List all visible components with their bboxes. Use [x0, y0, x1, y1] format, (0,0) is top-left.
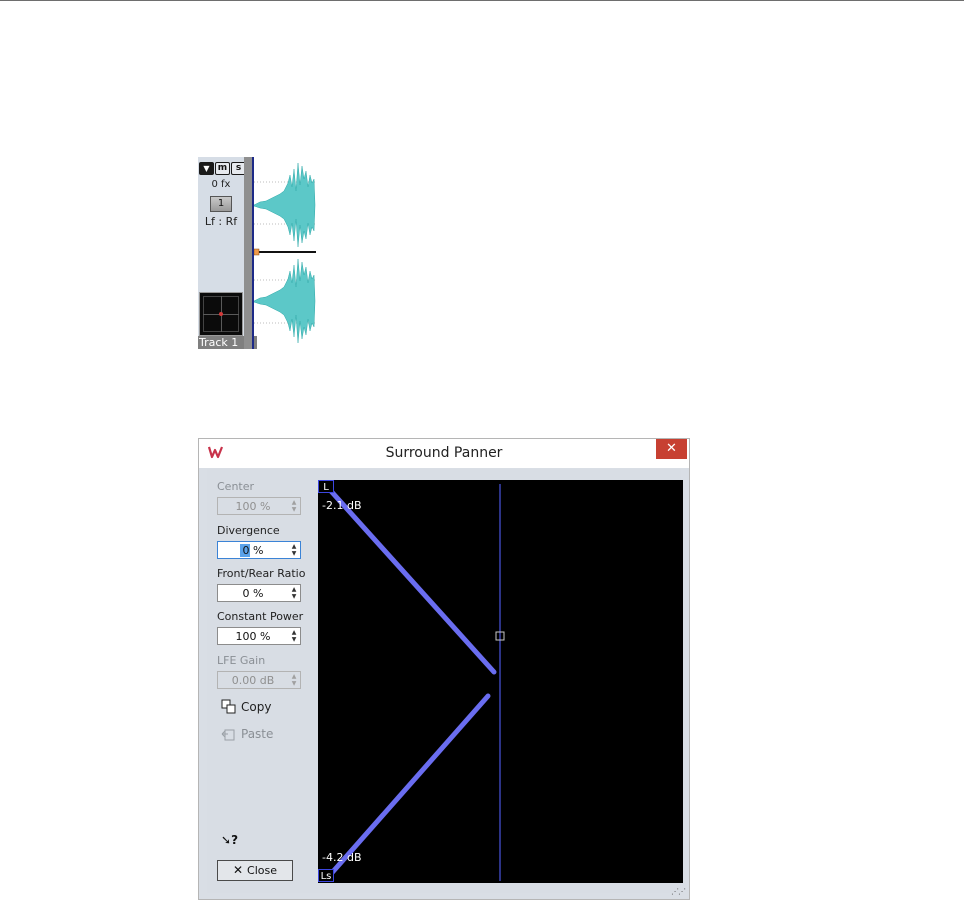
divergence-value[interactable]: 0 %	[218, 544, 288, 557]
center-label: Center	[217, 480, 255, 493]
top-border	[0, 0, 964, 1]
constant-power-field[interactable]: 100 % ▲ ▼	[217, 627, 301, 645]
center-stepper: ▲ ▼	[291, 499, 297, 513]
routing-label[interactable]: Lf : Rf	[198, 215, 244, 228]
mute-button[interactable]: m	[215, 162, 230, 175]
waveform-upper	[254, 162, 316, 248]
waveform-lower	[254, 258, 316, 344]
mini-pan-position	[219, 312, 223, 316]
dialog-title: Surround Panner	[385, 445, 503, 461]
track-control-panel: ▼ m s 0 fx 1 Lf : Rf	[198, 157, 246, 349]
audio-track[interactable]: ▼ m s 0 fx 1 Lf : Rf Track 1	[198, 157, 318, 349]
dialog-body: Center 100 % ▲ ▼ Divergence 0 % ▲ ▼ Front/…	[207, 469, 683, 893]
help-arrow-icon: ➘	[221, 833, 232, 847]
close-button-icon: ✕	[232, 863, 244, 877]
close-button-label: Close	[247, 864, 278, 877]
speaker-l-level: -2.1 dB	[322, 499, 362, 512]
surround-panner-dialog: Surround Panner ✕ Center 100 % ▲ ▼ Diverg…	[198, 438, 690, 900]
lfe-gain-stepper: ▲ ▼	[291, 673, 297, 687]
track-separator[interactable]	[244, 157, 254, 349]
channel-button[interactable]: 1	[210, 196, 232, 212]
rear-level-line	[327, 693, 491, 878]
panner-canvas	[327, 484, 505, 881]
front-rear-stepper[interactable]: ▲ ▼	[289, 586, 299, 600]
speaker-ls-level: -4.2 dB	[322, 851, 362, 864]
window-close-button[interactable]: ✕	[656, 439, 687, 459]
resize-grip-icon[interactable]: ⋰⋰	[671, 887, 686, 896]
front-rear-value[interactable]: 0 %	[218, 587, 288, 600]
constant-power-stepper[interactable]: ▲ ▼	[289, 629, 299, 643]
copy-button[interactable]: Copy	[221, 699, 271, 715]
paste-button[interactable]: Paste	[221, 726, 273, 742]
title-bar[interactable]: Surround Panner ✕	[199, 439, 689, 468]
speaker-l[interactable]: L	[318, 480, 334, 493]
surround-panner-display[interactable]: L Ls -2.1 dB -4.2 dB	[318, 480, 683, 883]
divergence-stepper[interactable]: ▲ ▼	[289, 543, 299, 557]
divergence-field[interactable]: 0 % ▲ ▼	[217, 541, 301, 559]
track-header-buttons: ▼ m s	[199, 162, 246, 175]
front-rear-label: Front/Rear Ratio	[217, 567, 306, 580]
lfe-gain-label: LFE Gain	[217, 654, 266, 667]
constant-power-value[interactable]: 100 %	[218, 630, 288, 643]
speaker-ls[interactable]: Ls	[318, 869, 334, 882]
volume-handle	[254, 248, 260, 256]
waveform[interactable]	[254, 157, 316, 349]
paste-label: Paste	[241, 727, 274, 741]
fx-count[interactable]: 0 fx	[198, 179, 244, 190]
divergence-label: Divergence	[217, 524, 280, 537]
copy-label: Copy	[241, 700, 272, 714]
copy-icon	[221, 699, 236, 714]
center-field: 100 % ▲ ▼	[217, 497, 301, 515]
center-value: 100 %	[235, 500, 271, 513]
paste-icon	[221, 729, 235, 741]
front-level-line	[327, 487, 497, 675]
close-button[interactable]: ✕ Close	[217, 860, 293, 881]
help-icon: ?	[231, 833, 239, 847]
front-rear-field[interactable]: 0 % ▲ ▼	[217, 584, 301, 602]
context-help-button[interactable]: ➘?	[221, 833, 238, 847]
lfe-gain-value: 0.00 dB	[231, 674, 275, 687]
track-menu-icon[interactable]: ▼	[199, 162, 214, 175]
constant-power-label: Constant Power	[217, 610, 304, 623]
lfe-gain-field: 0.00 dB ▲ ▼	[217, 671, 301, 689]
mini-surround-panner[interactable]	[199, 292, 243, 336]
